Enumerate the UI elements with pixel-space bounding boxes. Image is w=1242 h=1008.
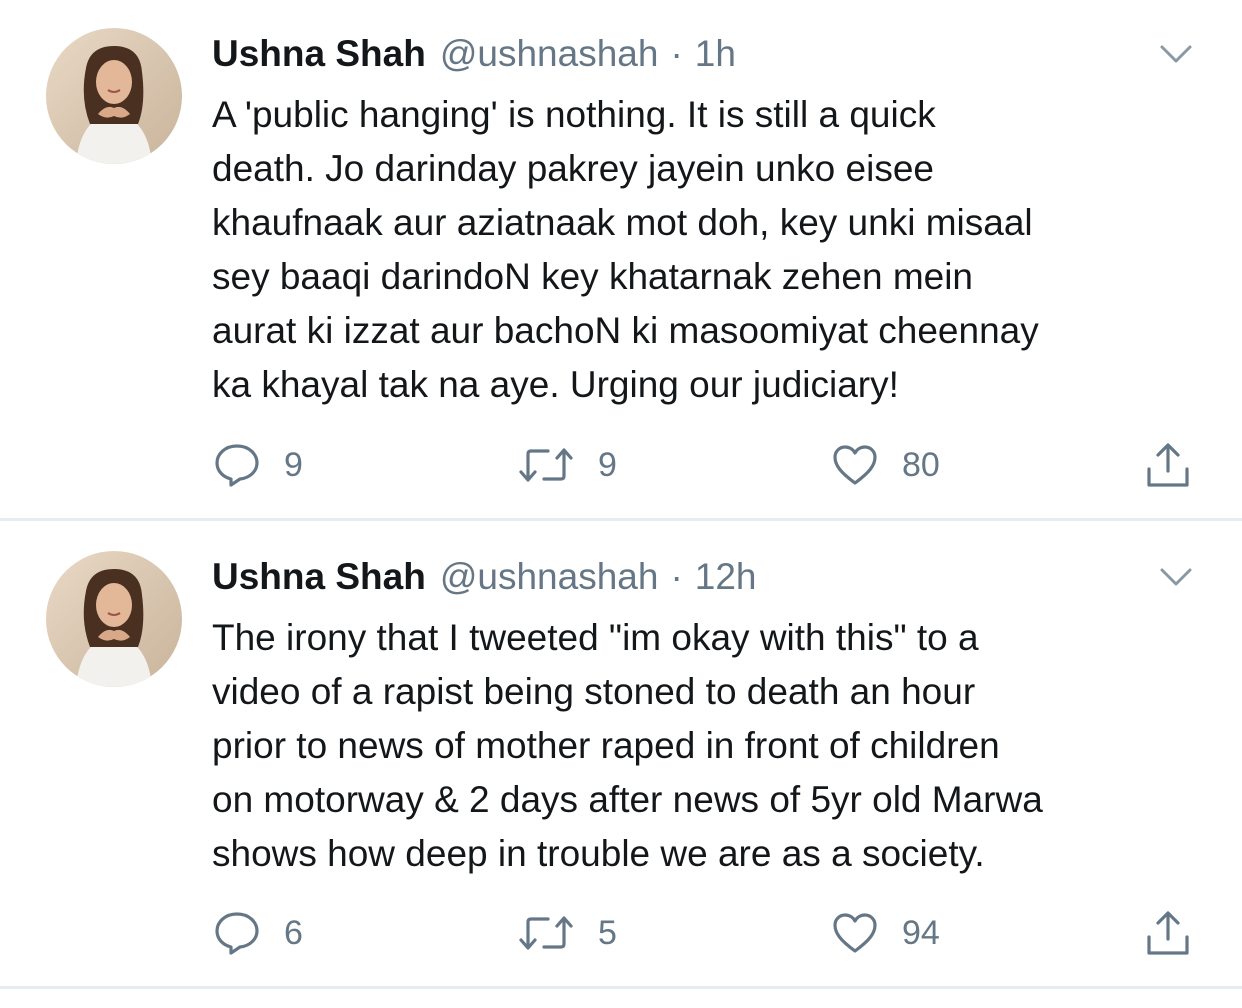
- tweet[interactable]: Ushna Shah @ushnashah · 12h The irony th…: [0, 523, 1242, 988]
- separator-dot: ·: [670, 556, 683, 597]
- timestamp[interactable]: 12h: [695, 555, 757, 599]
- tweet-actions: 9 9 80: [0, 440, 1242, 490]
- timestamp[interactable]: 1h: [695, 32, 736, 76]
- like-button[interactable]: 94: [832, 908, 940, 958]
- retweet-icon: [518, 913, 574, 953]
- share-button[interactable]: [1144, 440, 1192, 490]
- display-name[interactable]: Ushna Shah: [212, 555, 426, 599]
- retweet-button[interactable]: 5: [518, 908, 617, 958]
- tweet-header: Ushna Shah @ushnashah · 1h: [212, 32, 736, 76]
- reply-button[interactable]: 9: [214, 440, 303, 490]
- share-icon: [1144, 909, 1192, 957]
- tweet[interactable]: Ushna Shah @ushnashah · 1h A 'public han…: [0, 0, 1242, 520]
- display-name[interactable]: Ushna Shah: [212, 32, 426, 76]
- heart-icon: [832, 912, 878, 954]
- share-button[interactable]: [1144, 908, 1192, 958]
- user-handle[interactable]: @ushnashah: [440, 32, 659, 76]
- reply-count: 6: [284, 914, 303, 952]
- heart-icon: [832, 444, 878, 486]
- reply-icon: [214, 442, 260, 488]
- chevron-down-icon[interactable]: [1158, 42, 1194, 66]
- retweet-count: 9: [598, 446, 617, 484]
- like-count: 94: [902, 914, 940, 952]
- avatar[interactable]: [46, 28, 182, 164]
- tweet-header: Ushna Shah @ushnashah · 12h: [212, 555, 757, 599]
- tweet-actions: 6 5 94: [0, 908, 1242, 958]
- avatar[interactable]: [46, 551, 182, 687]
- share-icon: [1144, 441, 1192, 489]
- like-button[interactable]: 80: [832, 440, 940, 490]
- chevron-down-icon[interactable]: [1158, 565, 1194, 589]
- reply-button[interactable]: 6: [214, 908, 303, 958]
- like-count: 80: [902, 446, 940, 484]
- tweet-text: A 'public hanging' is nothing. It is sti…: [212, 94, 1039, 405]
- reply-count: 9: [284, 446, 303, 484]
- retweet-button[interactable]: 9: [518, 440, 617, 490]
- tweet-text: The irony that I tweeted "im okay with t…: [212, 617, 1043, 874]
- user-handle[interactable]: @ushnashah: [440, 555, 659, 599]
- divider: [0, 518, 1242, 521]
- divider: [0, 986, 1242, 989]
- separator-dot: ·: [670, 33, 683, 74]
- retweet-icon: [518, 445, 574, 485]
- retweet-count: 5: [598, 914, 617, 952]
- reply-icon: [214, 910, 260, 956]
